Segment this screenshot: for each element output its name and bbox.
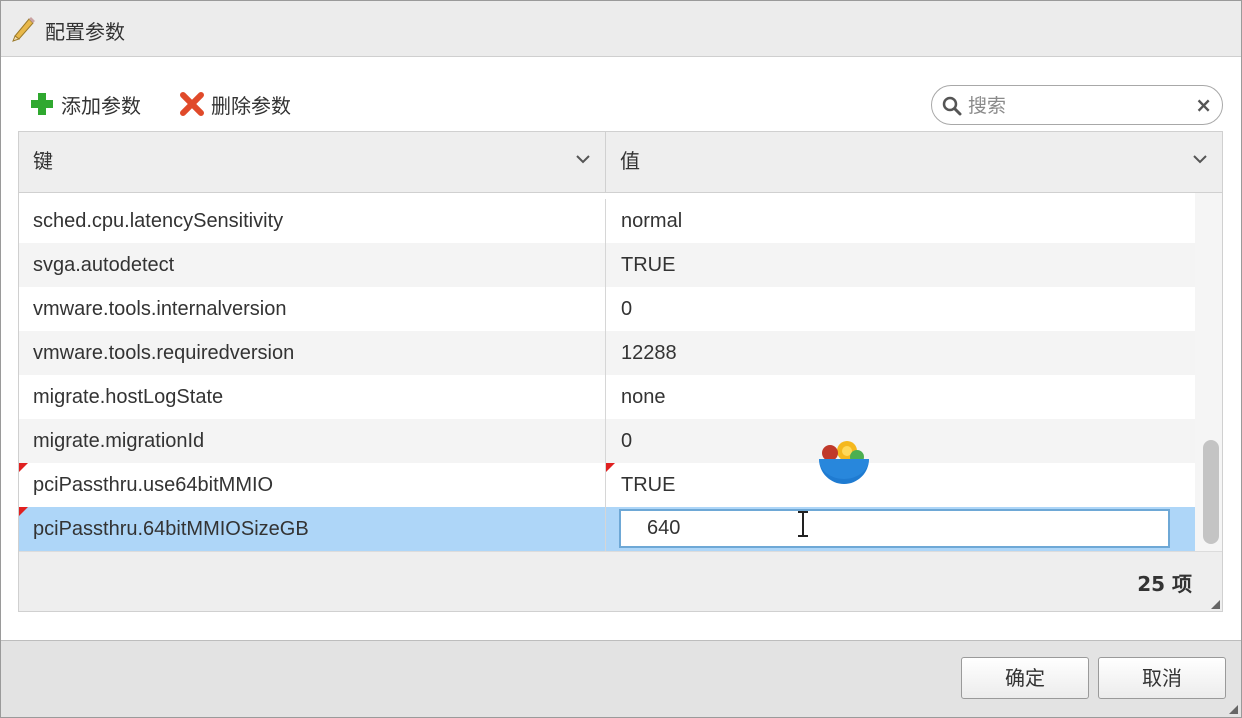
dialog-title: 配置参数 xyxy=(45,20,125,44)
add-parameter-button[interactable]: 添加参数 xyxy=(29,89,141,119)
value-cell[interactable]: none xyxy=(606,375,1195,419)
modified-flag-icon xyxy=(606,463,615,472)
chevron-down-icon[interactable] xyxy=(1192,154,1208,164)
delete-parameter-button[interactable]: 删除参数 xyxy=(179,89,291,119)
column-header-value[interactable]: 值 xyxy=(606,132,1222,192)
table-row[interactable]: vmware.tools.internalversion 0 xyxy=(19,287,1195,331)
parameters-table: 键 值 sched.cpu.latencySensitivity normal … xyxy=(18,131,1223,612)
value-cell[interactable]: TRUE xyxy=(606,463,1195,507)
value-cell[interactable]: 640 xyxy=(606,507,1195,551)
column-header-key-label: 键 xyxy=(33,149,53,173)
column-header-value-label: 值 xyxy=(620,149,640,173)
modified-flag-icon xyxy=(19,507,28,516)
value-cell[interactable]: 12288 xyxy=(606,331,1195,375)
search-input[interactable] xyxy=(968,92,1188,120)
key-cell[interactable]: vmware.tools.internalversion xyxy=(19,287,606,331)
table-row[interactable]: migrate.hostLogState none xyxy=(19,375,1195,419)
table-row[interactable]: vmware.tools.requiredversion 12288 xyxy=(19,331,1195,375)
search-icon xyxy=(942,96,962,116)
ok-button[interactable]: 确定 xyxy=(961,657,1089,699)
resize-grip-icon[interactable] xyxy=(1211,600,1220,609)
key-cell[interactable]: migrate.hostLogState xyxy=(19,375,606,419)
key-cell[interactable]: pciPassthru.64bitMMIOSizeGB xyxy=(19,507,606,551)
key-cell[interactable]: sched.cpu.latencySensitivity xyxy=(19,199,606,243)
scrollbar-thumb[interactable] xyxy=(1203,440,1219,544)
table-row[interactable]: svga.autodetect TRUE xyxy=(19,243,1195,287)
delete-x-icon xyxy=(180,92,204,116)
table-row-selected[interactable]: pciPassthru.64bitMMIOSizeGB 640 xyxy=(19,507,1195,551)
plus-icon xyxy=(31,93,53,115)
item-count: 25 项 xyxy=(1137,572,1192,596)
dialog-resize-grip-icon[interactable] xyxy=(1229,705,1238,714)
bowl-icon xyxy=(819,441,869,484)
configure-parameters-dialog: 配置参数 添加参数 删除参数 × 键 xyxy=(0,0,1242,718)
value-text: TRUE xyxy=(621,474,676,496)
table-row[interactable]: migrate.migrationId 0 xyxy=(19,419,1195,463)
value-cell[interactable]: 0 xyxy=(606,287,1195,331)
key-text: pciPassthru.use64bitMMIO xyxy=(33,474,274,496)
chevron-down-icon[interactable] xyxy=(575,154,591,164)
key-text: pciPassthru.64bitMMIOSizeGB xyxy=(33,518,309,540)
dialog-footer: 确定 取消 xyxy=(1,640,1241,717)
value-edit-input[interactable]: 640 xyxy=(619,509,1170,548)
clear-search-icon[interactable]: × xyxy=(1195,93,1212,117)
pencil-icon xyxy=(12,17,35,42)
dialog-titlebar: 配置参数 xyxy=(1,1,1241,57)
cancel-button[interactable]: 取消 xyxy=(1098,657,1226,699)
add-parameter-label: 添加参数 xyxy=(61,93,141,118)
modified-flag-icon xyxy=(19,463,28,472)
delete-parameter-label: 删除参数 xyxy=(211,93,291,118)
value-cell[interactable]: TRUE xyxy=(606,243,1195,287)
key-cell[interactable]: svga.autodetect xyxy=(19,243,606,287)
vertical-scrollbar[interactable] xyxy=(1195,193,1222,551)
text-cursor-icon xyxy=(798,511,808,537)
table-body: sched.cpu.latencySensitivity normal svga… xyxy=(19,199,1195,551)
key-cell[interactable]: pciPassthru.use64bitMMIO xyxy=(19,463,606,507)
search-box[interactable]: × xyxy=(931,85,1223,125)
table-row[interactable]: sched.cpu.latencySensitivity normal xyxy=(19,199,1195,243)
key-cell[interactable]: migrate.migrationId xyxy=(19,419,606,463)
table-row[interactable]: pciPassthru.use64bitMMIO TRUE xyxy=(19,463,1195,507)
table-footer: 25 项 xyxy=(19,551,1222,611)
value-cell[interactable]: normal xyxy=(606,199,1195,243)
column-header-key[interactable]: 键 xyxy=(19,132,606,192)
table-header: 键 值 xyxy=(19,132,1222,193)
value-cell[interactable]: 0 xyxy=(606,419,1195,463)
key-cell[interactable]: vmware.tools.requiredversion xyxy=(19,331,606,375)
